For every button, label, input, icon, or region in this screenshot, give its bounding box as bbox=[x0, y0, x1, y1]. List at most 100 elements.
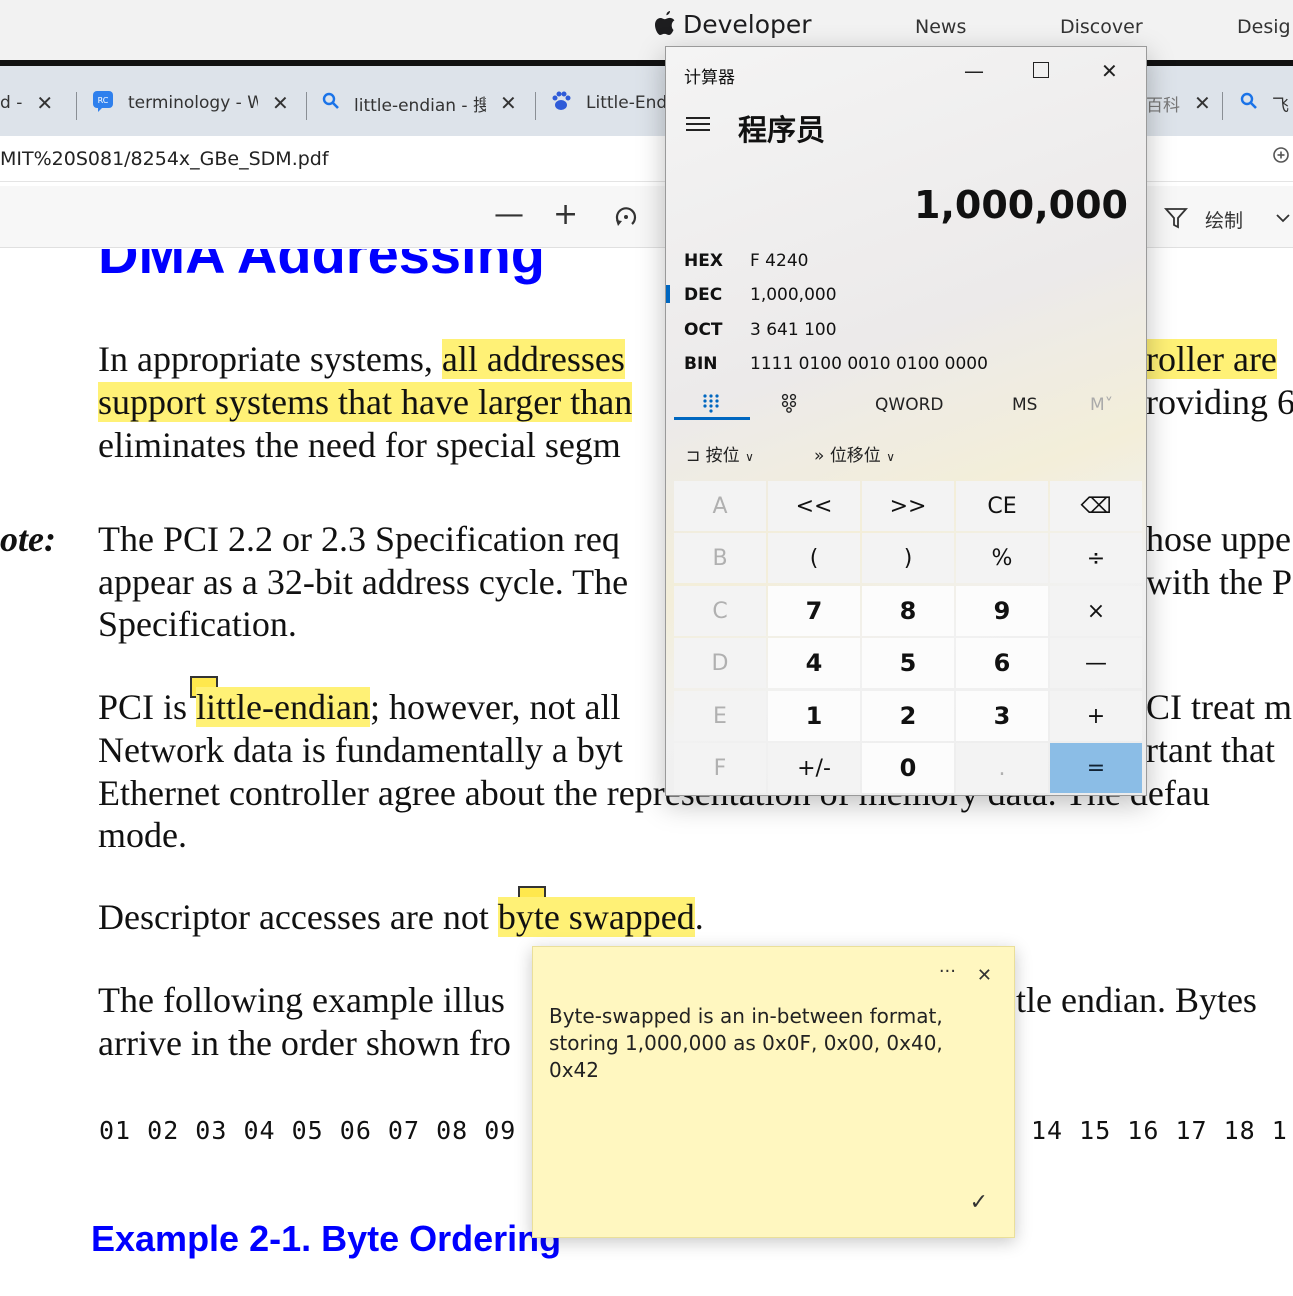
tab-label: Little-End bbox=[586, 93, 665, 113]
url-text[interactable]: MIT%20S081/8254x_GBe_SDM.pdf bbox=[0, 148, 329, 170]
bit-toggle-keypad-icon[interactable] bbox=[780, 393, 798, 413]
highlight[interactable]: little-endian bbox=[196, 687, 370, 727]
digit-0-key[interactable]: 0 bbox=[862, 743, 954, 793]
tab-5[interactable]: 飞 bbox=[1240, 76, 1293, 130]
digit-8-key[interactable]: 8 bbox=[862, 586, 954, 636]
tab-4[interactable]: 百科 ✕ bbox=[1146, 76, 1216, 130]
tab-0[interactable]: d - ✕ bbox=[0, 76, 70, 130]
nav-news[interactable]: News bbox=[915, 16, 966, 38]
hex-f-key[interactable]: F bbox=[674, 743, 766, 793]
developer-brand[interactable]: Developer bbox=[683, 10, 812, 39]
highlight[interactable]: roller are bbox=[1146, 339, 1277, 379]
decimal-key[interactable]: . bbox=[956, 743, 1048, 793]
hex-d-key[interactable]: D bbox=[674, 638, 766, 688]
digit-9-key[interactable]: 9 bbox=[956, 586, 1048, 636]
bitwise-label: 按位 bbox=[705, 446, 740, 466]
highlight[interactable]: all addresses bbox=[441, 339, 625, 379]
clear-entry-key[interactable]: CE bbox=[956, 481, 1048, 531]
digit-2-key[interactable]: 2 bbox=[862, 691, 954, 741]
draw-button[interactable]: 绘制 bbox=[1205, 206, 1243, 233]
hex-a-key[interactable]: A bbox=[674, 481, 766, 531]
search-icon bbox=[322, 92, 340, 115]
paragraph-2-line-1-right: hose uppe bbox=[1146, 519, 1291, 559]
hex-c-key[interactable]: C bbox=[674, 586, 766, 636]
zoom-in-icon[interactable] bbox=[1272, 146, 1292, 166]
radix-oct[interactable]: OCT 3 641 100 bbox=[684, 320, 837, 340]
note-text[interactable]: Byte-swapped is an in-between format, st… bbox=[549, 1003, 999, 1084]
more-options-button[interactable]: ··· bbox=[939, 961, 956, 982]
close-paren-key[interactable]: ) bbox=[862, 533, 954, 583]
tab-label: 百科 bbox=[1146, 95, 1180, 116]
close-button[interactable]: ✕ bbox=[1101, 59, 1118, 83]
zoom-out-button[interactable]: — bbox=[494, 200, 524, 230]
chevron-down-icon[interactable] bbox=[1276, 213, 1290, 223]
divide-key[interactable]: ÷ bbox=[1050, 533, 1142, 583]
digit-3-key[interactable]: 3 bbox=[956, 691, 1048, 741]
close-icon[interactable]: ✕ bbox=[36, 91, 53, 115]
paragraph-1-line-3: eliminates the need for special segm bbox=[98, 425, 621, 465]
hex-b-key[interactable]: B bbox=[674, 533, 766, 583]
hex-e-key[interactable]: E bbox=[674, 691, 766, 741]
nav-discover[interactable]: Discover bbox=[1060, 16, 1143, 38]
text: ; however, not all bbox=[369, 687, 621, 727]
example-heading: Example 2-1. Byte Ordering bbox=[91, 1218, 562, 1259]
subtract-key[interactable]: — bbox=[1050, 638, 1142, 688]
paragraph-5-line-1: The following example illus bbox=[98, 980, 505, 1020]
digit-6-key[interactable]: 6 bbox=[956, 638, 1048, 688]
right-shift-key[interactable]: >> bbox=[862, 481, 954, 531]
negate-key[interactable]: +/- bbox=[768, 743, 860, 793]
rotate-icon[interactable] bbox=[612, 203, 640, 231]
maximize-button[interactable] bbox=[1033, 62, 1049, 78]
close-icon[interactable]: ✕ bbox=[500, 91, 517, 115]
zoom-in-button[interactable]: + bbox=[553, 200, 578, 230]
tab-label: terminology - W bbox=[128, 93, 258, 113]
word-size-button[interactable]: QWORD bbox=[875, 395, 943, 415]
modulo-key[interactable]: % bbox=[956, 533, 1048, 583]
calculator-window: 计算器 — ✕ 程序员 1,000,000 HEX F 4240 DEC 1,000… bbox=[665, 46, 1147, 796]
paragraph-1-line-1-right: roller are bbox=[1146, 338, 1277, 381]
digit-1-key[interactable]: 1 bbox=[768, 691, 860, 741]
tab-3[interactable]: Little-End bbox=[550, 76, 665, 130]
radix-hex[interactable]: HEX F 4240 bbox=[684, 251, 808, 271]
check-icon[interactable]: ✓ bbox=[970, 1190, 988, 1215]
byte-sequence-right: 14 15 16 17 18 1 bbox=[1031, 1116, 1288, 1145]
nav-design[interactable]: Desig bbox=[1237, 16, 1291, 38]
radix-dec[interactable]: DEC 1,000,000 bbox=[684, 285, 837, 305]
hamburger-menu-icon[interactable] bbox=[686, 117, 710, 135]
paragraph-2-line-1: The PCI 2.2 or 2.3 Specification req bbox=[98, 519, 620, 559]
tab-2[interactable]: little-endian - 搜 ✕ bbox=[322, 76, 522, 130]
memory-store-button[interactable]: MS bbox=[1012, 395, 1037, 415]
open-paren-key[interactable]: ( bbox=[768, 533, 860, 583]
chevron-down-icon: ∨ bbox=[886, 450, 896, 464]
digit-4-key[interactable]: 4 bbox=[768, 638, 860, 688]
equals-key[interactable]: = bbox=[1050, 743, 1142, 793]
paragraph-1-line-2: support systems that have larger than bbox=[98, 381, 633, 424]
memory-list-button[interactable]: M˅ bbox=[1090, 395, 1113, 415]
filter-draw-icon[interactable] bbox=[1164, 206, 1188, 230]
paragraph-4: Descriptor accesses are not byte swapped… bbox=[98, 896, 704, 939]
radix-name: BIN bbox=[684, 354, 718, 374]
left-shift-key[interactable]: << bbox=[768, 481, 860, 531]
svg-text:RC: RC bbox=[98, 96, 109, 105]
highlight[interactable]: support systems that have larger than bbox=[98, 382, 633, 422]
bitshift-dropdown[interactable]: » 位移位 ∨ bbox=[814, 441, 895, 466]
tab-separator bbox=[306, 92, 307, 120]
highlight[interactable]: byte swapped bbox=[497, 897, 695, 937]
sticky-note[interactable]: ··· ✕ Byte-swapped is an in-between form… bbox=[532, 946, 1015, 1238]
backspace-key[interactable]: ⌫ bbox=[1050, 481, 1142, 531]
digit-7-key[interactable]: 7 bbox=[768, 586, 860, 636]
close-note-button[interactable]: ✕ bbox=[977, 965, 992, 986]
note-label: ote: bbox=[0, 519, 56, 559]
add-key[interactable]: + bbox=[1050, 691, 1142, 741]
radix-bin[interactable]: BIN 1111 0100 0010 0100 0000 bbox=[684, 354, 988, 374]
multiply-key[interactable]: × bbox=[1050, 586, 1142, 636]
apple-logo-icon[interactable] bbox=[652, 8, 678, 38]
radix-value: 1,000,000 bbox=[750, 285, 837, 305]
digit-5-key[interactable]: 5 bbox=[862, 638, 954, 688]
minimize-button[interactable]: — bbox=[964, 59, 984, 83]
bitwise-dropdown[interactable]: ⊐ 按位 ∨ bbox=[686, 441, 754, 466]
close-icon[interactable]: ✕ bbox=[272, 91, 289, 115]
tab-1[interactable]: RC terminology - W ✕ bbox=[92, 76, 302, 130]
keypad-icon[interactable] bbox=[702, 393, 720, 413]
close-icon[interactable]: ✕ bbox=[1194, 91, 1211, 115]
